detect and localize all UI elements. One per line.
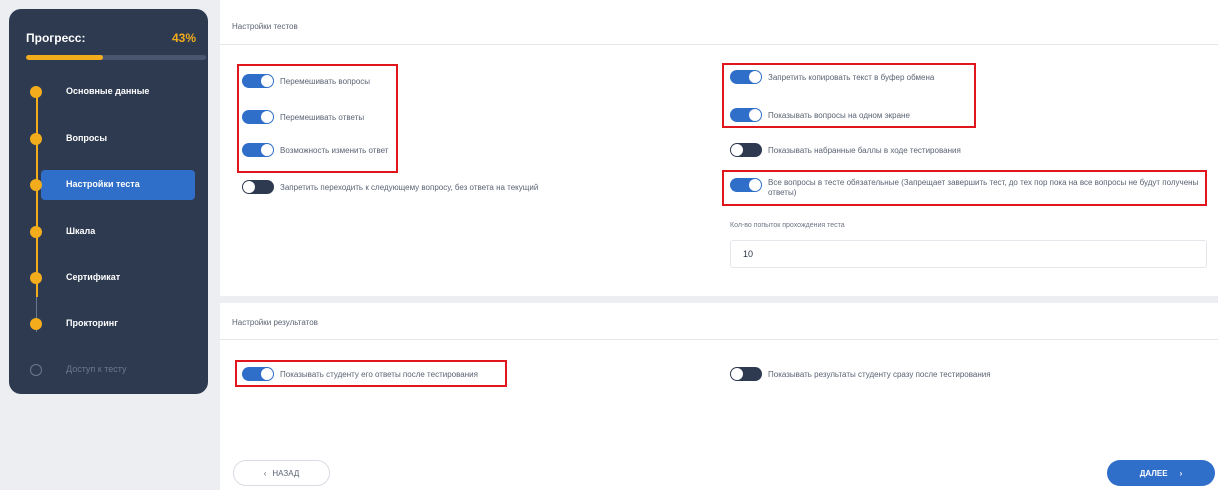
step-label: Доступ к тесту (66, 364, 127, 374)
progress-header: Прогресс: 43% (26, 31, 196, 47)
test-settings-title: Настройки тестов (232, 22, 298, 31)
step-access[interactable]: Доступ к тесту (9, 355, 208, 385)
chevron-right-icon: › (1179, 468, 1183, 478)
toggle-label: Показывать результаты студенту сразу пос… (768, 369, 991, 379)
step-scale[interactable]: Шкала (9, 217, 208, 247)
step-dot (30, 86, 42, 98)
attempts-input[interactable]: 10 (730, 240, 1207, 268)
toggle-show-results-now[interactable]: Показывать результаты студенту сразу пос… (730, 367, 991, 381)
step-label: Сертификат (66, 272, 121, 282)
attempts-label: Кол-во попыток прохождения теста (730, 222, 845, 229)
step-certificate[interactable]: Сертификат (9, 263, 208, 293)
toggle-label: Запретить переходить к следующему вопрос… (280, 182, 539, 192)
toggle-switch[interactable] (730, 367, 762, 381)
highlight-box (722, 170, 1207, 206)
toggle-forbid-skip[interactable]: Запретить переходить к следующему вопрос… (242, 180, 538, 194)
progress-bar-fill (26, 55, 104, 60)
result-settings-header: Настройки результатов (220, 303, 1218, 340)
chevron-left-icon: ‹ (263, 468, 267, 478)
progress-label: Прогресс: (26, 31, 86, 45)
step-questions[interactable]: Вопросы (9, 124, 208, 154)
step-dot (30, 179, 42, 191)
step-dot (30, 133, 42, 145)
step-label: Шкала (66, 226, 96, 236)
highlight-box (235, 360, 507, 387)
next-button[interactable]: ДАЛЕЕ › (1107, 460, 1215, 486)
toggle-switch[interactable] (730, 143, 762, 157)
back-button-label: НАЗАД (272, 468, 300, 478)
step-dot (30, 272, 42, 284)
next-button-label: ДАЛЕЕ (1139, 468, 1168, 478)
step-dot (30, 364, 42, 376)
back-button[interactable]: ‹ НАЗАД (233, 460, 330, 486)
progress-sidebar: Прогресс: 43% Основные данные Вопросы На… (9, 9, 208, 394)
toggle-switch[interactable] (242, 180, 274, 194)
step-basic-data[interactable]: Основные данные (9, 77, 208, 107)
main-content: Настройки тестов Перемешивать вопросы Пе… (220, 0, 1218, 490)
highlight-box (237, 64, 398, 173)
toggle-show-score[interactable]: Показывать набранные баллы в ходе тестир… (730, 143, 961, 157)
result-settings-card: Настройки результатов Показывать студент… (220, 303, 1218, 490)
step-label: Вопросы (66, 133, 108, 143)
step-dot (30, 318, 42, 330)
toggle-label: Показывать набранные баллы в ходе тестир… (768, 145, 961, 155)
step-label: Прокторинг (66, 318, 118, 328)
result-settings-title: Настройки результатов (232, 318, 318, 327)
test-settings-header: Настройки тестов (220, 0, 1218, 45)
highlight-box (722, 63, 976, 128)
step-label: Настройки теста (66, 179, 140, 189)
step-dot (30, 226, 42, 238)
test-editor-page: Прогресс: 43% Основные данные Вопросы На… (0, 0, 1218, 490)
step-test-settings[interactable]: Настройки теста (9, 170, 208, 200)
test-settings-card: Настройки тестов Перемешивать вопросы Пе… (220, 0, 1218, 296)
step-proctoring[interactable]: Прокторинг (9, 309, 208, 339)
progress-percent: 43% (171, 31, 196, 45)
progress-bar (26, 55, 206, 60)
step-label: Основные данные (66, 86, 150, 96)
